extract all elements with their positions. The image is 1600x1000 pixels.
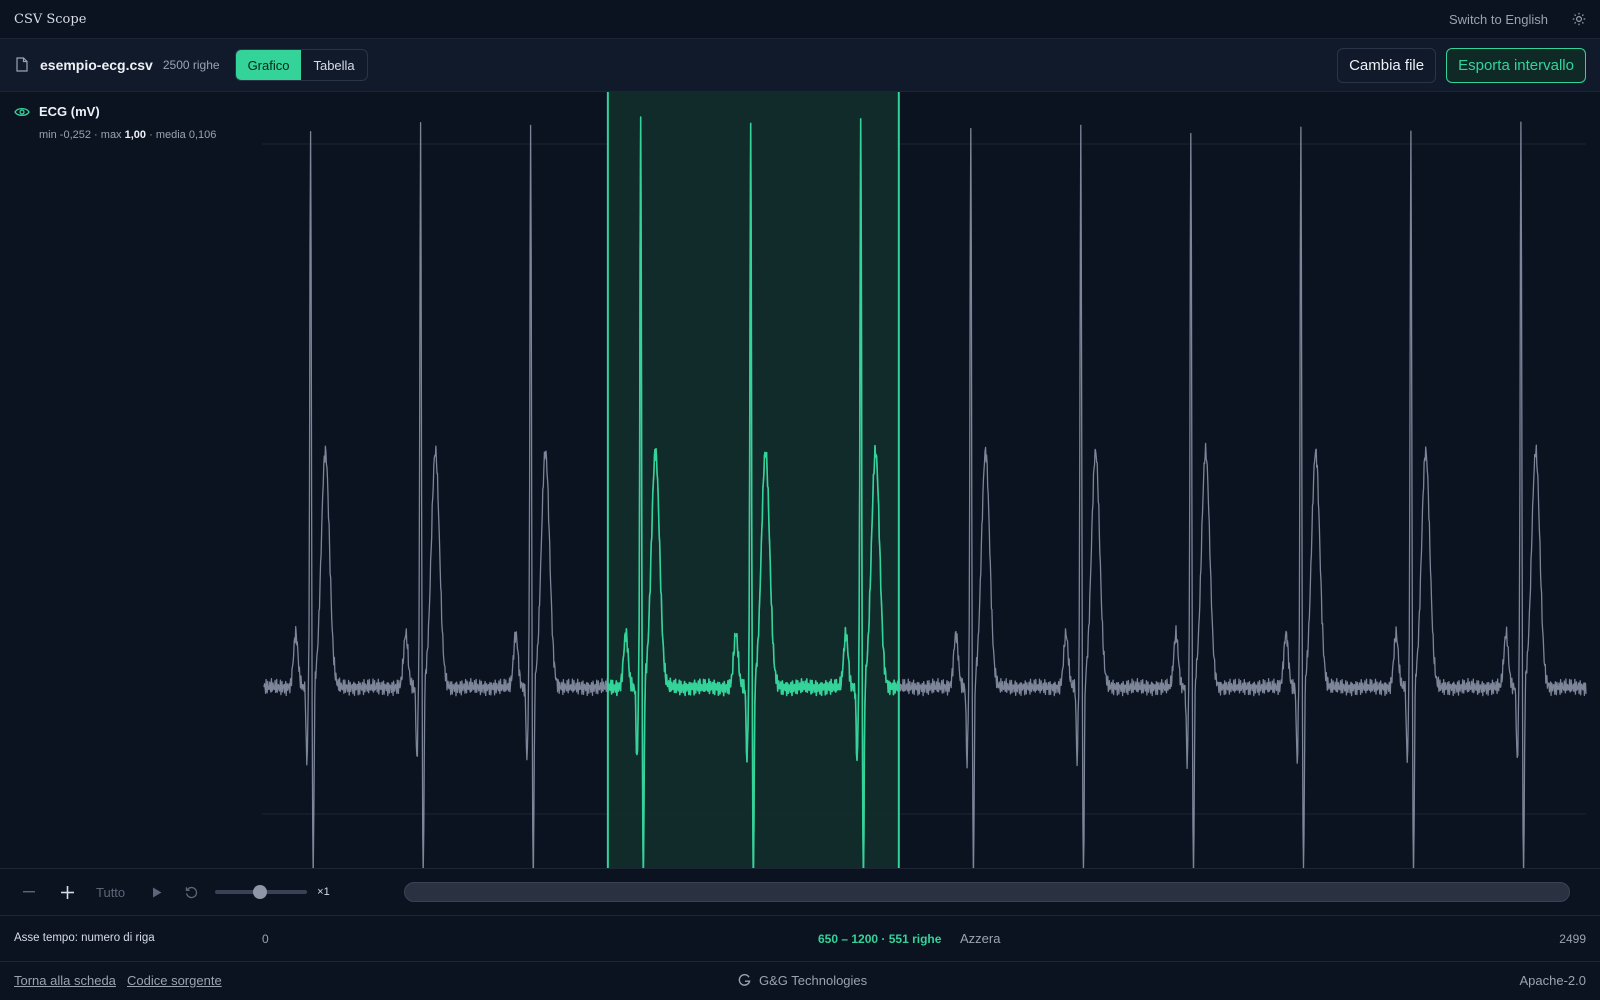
reset-selection-button[interactable]: Azzera	[960, 931, 1000, 946]
footer: Torna alla scheda Codice sorgente G&G Te…	[0, 962, 1600, 1000]
brand-name: G&G Technologies	[759, 973, 868, 988]
selection-range-label: 650 – 1200 · 551 righe	[818, 932, 942, 946]
file-name: esempio-ecg.csv	[40, 57, 153, 73]
selection-range[interactable]	[607, 92, 899, 868]
file-icon	[16, 57, 30, 73]
license-label: Apache-2.0	[1519, 973, 1587, 988]
stat-min: -0,252	[59, 129, 91, 141]
stat-max: 1,00	[124, 129, 147, 141]
app-title: CSV Scope	[14, 11, 87, 27]
stat-mean: 0,106	[188, 129, 217, 141]
zoom-in-button[interactable]	[52, 885, 82, 899]
tab-chart[interactable]: Grafico	[235, 50, 302, 80]
theme-toggle-icon[interactable]	[1572, 12, 1586, 26]
time-axis-label[interactable]: Asse tempo: numero di riga	[14, 932, 155, 944]
export-range-button[interactable]: Esporta intervallo	[1446, 47, 1586, 83]
axis-info-bar: Asse tempo: numero di riga 0 650 – 1200 …	[0, 916, 1600, 962]
timeline-scrollbar[interactable]	[403, 882, 1570, 902]
eye-icon[interactable]	[14, 106, 30, 118]
back-to-page-link[interactable]: Torna alla scheda	[14, 973, 116, 988]
zoom-all-button[interactable]: Tutto	[96, 885, 125, 900]
speed-value: ×1	[317, 886, 330, 898]
top-bar: CSV Scope Switch to English	[0, 0, 1600, 39]
brand-logo-icon	[738, 974, 751, 987]
change-file-button[interactable]: Cambia file	[1337, 47, 1437, 83]
ecg-chart[interactable]	[0, 92, 1600, 868]
file-row-count: 2500 righe	[162, 58, 220, 72]
series-name: ECG (mV)	[39, 104, 100, 119]
brand[interactable]: G&G Technologies	[738, 973, 867, 988]
zoom-out-button[interactable]	[14, 891, 44, 893]
series-stats: min -0,252 · max 1,00 · media 0,106	[39, 129, 217, 141]
view-tabs: Grafico Tabella	[234, 49, 368, 81]
language-switch-link[interactable]: Switch to English	[1449, 12, 1548, 27]
play-icon[interactable]	[147, 887, 167, 898]
series-line	[263, 116, 1587, 868]
series-panel: ECG (mV) min -0,252 · max 1,00 · media 0…	[14, 104, 254, 141]
reset-icon[interactable]	[181, 886, 201, 899]
speed-slider-thumb[interactable]	[253, 885, 268, 899]
axis-start-value: 0	[262, 932, 269, 946]
axis-end-value: 2499	[1559, 932, 1586, 946]
tab-table[interactable]: Tabella	[301, 50, 366, 80]
playback-controls: Tutto ×1	[0, 868, 1600, 916]
source-code-link[interactable]: Codice sorgente	[127, 973, 222, 988]
file-bar: esempio-ecg.csv 2500 righe Grafico Tabel…	[0, 39, 1600, 92]
speed-slider[interactable]	[215, 884, 308, 900]
